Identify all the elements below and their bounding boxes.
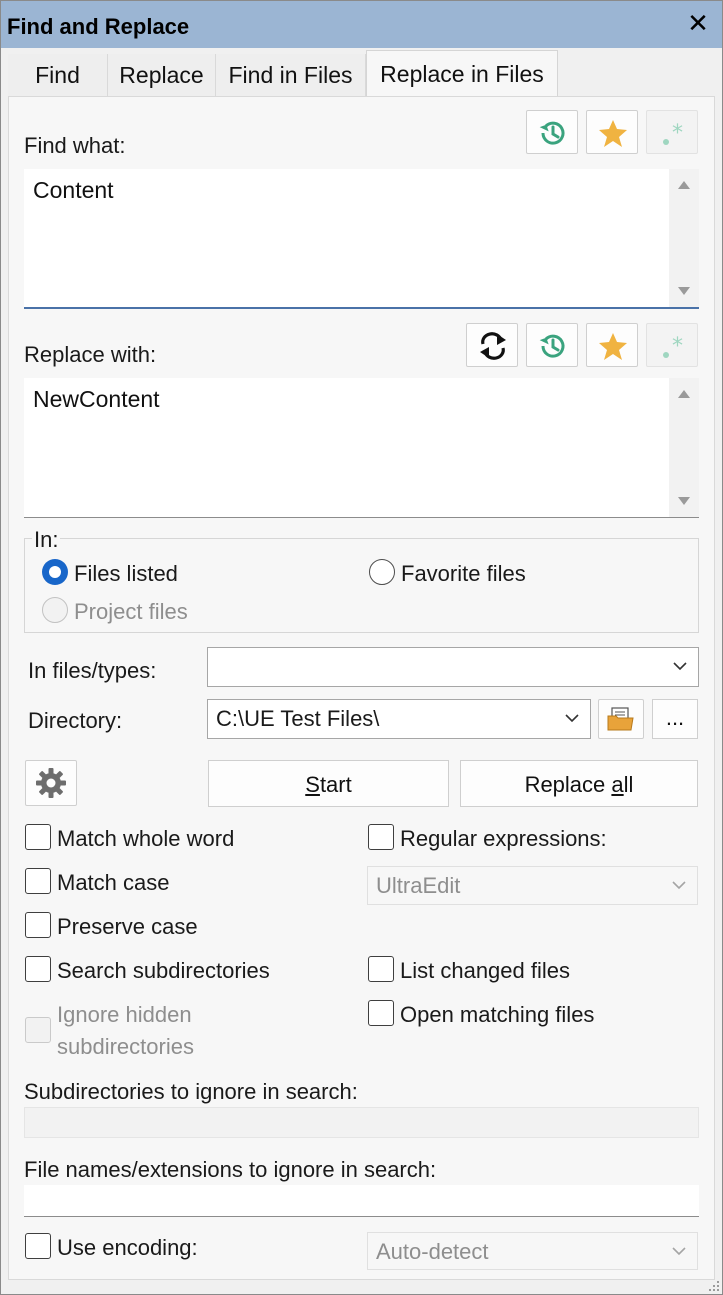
search-subdirectories-label: Search subdirectories [57,958,270,983]
find-history-button[interactable] [526,110,578,154]
files-listed-radio[interactable] [42,559,68,585]
replace-with-value: NewContent [33,386,160,412]
tab-find[interactable]: Find [8,54,108,96]
directory-combobox[interactable]: C:\UE Test Files\ [207,699,591,739]
scroll-down-icon[interactable] [678,287,690,295]
directory-label: Directory: [28,708,123,733]
use-encoding-label: Use encoding: [57,1235,198,1260]
regular-expressions-checkbox[interactable] [368,824,394,850]
start-mnemonic: S [305,772,320,797]
in-label: In: [32,527,61,553]
chevron-down-icon[interactable] [672,658,688,674]
scroll-up-icon[interactable] [678,181,690,189]
match-case-checkbox[interactable] [25,868,51,894]
replace-regex-button[interactable]: * [646,323,698,367]
list-changed-files-label: List changed files [400,958,570,983]
tab-find-in-files[interactable]: Find in Files [216,54,366,96]
history-icon [539,334,565,358]
chevron-down-icon[interactable] [564,710,580,726]
regex-engine-select: UltraEdit [367,866,698,905]
files-ignore-input[interactable] [24,1185,699,1217]
scroll-up-icon[interactable] [678,390,690,398]
list-changed-files-checkbox[interactable] [368,956,394,982]
use-encoding-checkbox[interactable] [25,1233,51,1259]
open-matching-files-label: Open matching files [400,1002,595,1027]
replace-scrollbar[interactable] [669,378,699,517]
favorite-star-icon [599,333,627,360]
settings-button[interactable] [25,760,77,806]
find-regex-button[interactable]: * [646,110,698,154]
directory-more-button[interactable]: ... [652,699,698,739]
subdirs-ignore-input [24,1107,699,1138]
find-what-label: Find what: [24,133,126,158]
favorite-star-icon [599,120,627,147]
tab-replace[interactable]: Replace [108,54,216,96]
folder-browse-icon [607,707,634,731]
favorite-files-radio[interactable] [369,559,395,585]
file-types-label: In files/types: [28,658,157,683]
match-case-label: Match case [57,870,170,895]
match-whole-word-checkbox[interactable] [25,824,51,850]
search-subdirectories-checkbox[interactable] [25,956,51,982]
project-files-radio [42,597,68,623]
title-bar: Find and Replace ✕ [1,1,722,48]
tab-replace-in-files[interactable]: Replace in Files [366,50,558,96]
swap-icon [480,332,506,360]
replace-history-button[interactable] [526,323,578,367]
replace-all-button[interactable]: Replace all [460,760,698,807]
replace-all-label-pre: Replace [524,772,612,797]
encoding-value: Auto-detect [376,1239,489,1264]
regex-engine-value: UltraEdit [376,873,461,898]
find-scrollbar[interactable] [669,169,699,307]
replace-favorites-button[interactable] [586,323,638,367]
open-matching-files-checkbox[interactable] [368,1000,394,1026]
encoding-select: Auto-detect [367,1232,698,1270]
svg-text:*: * [672,334,683,359]
chevron-down-icon [672,881,686,890]
project-files-label: Project files [74,599,188,624]
svg-text:*: * [672,121,683,146]
regex-icon: * [663,334,683,359]
close-icon[interactable]: ✕ [684,9,712,37]
regular-expressions-label: Regular expressions: [400,826,607,851]
ignore-hidden-checkbox [25,1017,51,1043]
preserve-case-checkbox[interactable] [25,912,51,938]
scroll-down-icon[interactable] [678,497,690,505]
replace-all-label-rest: ll [623,772,634,797]
find-what-value: Content [33,177,114,203]
file-types-combobox[interactable] [207,647,699,687]
replace-with-input[interactable]: NewContent [24,378,699,518]
favorite-files-label: Favorite files [401,561,526,586]
start-label-rest: tart [319,772,352,797]
ignore-hidden-label-line2: subdirectories [57,1034,194,1059]
start-button[interactable]: Start [208,760,449,807]
directory-value: C:\UE Test Files\ [216,706,380,731]
replace-with-label: Replace with: [24,342,157,367]
chevron-down-icon [672,1247,686,1256]
find-favorites-button[interactable] [586,110,638,154]
preserve-case-label: Preserve case [57,914,198,939]
files-ignore-label: File names/extensions to ignore in searc… [24,1157,437,1182]
history-icon [539,121,565,145]
subdirs-ignore-label: Subdirectories to ignore in search: [24,1079,358,1104]
match-whole-word-label: Match whole word [57,826,235,851]
regex-icon: * [663,121,683,146]
resize-grip-icon[interactable] [707,1279,721,1293]
gear-icon [36,768,66,798]
replace-all-mnemonic: a [611,772,624,797]
files-listed-label: Files listed [74,561,178,586]
ignore-hidden-label-line1: Ignore hidden [57,1002,192,1027]
swap-button[interactable] [466,323,518,367]
find-what-input[interactable]: Content [24,169,699,309]
browse-folder-button[interactable] [598,699,644,739]
window-title: Find and Replace [7,14,190,39]
